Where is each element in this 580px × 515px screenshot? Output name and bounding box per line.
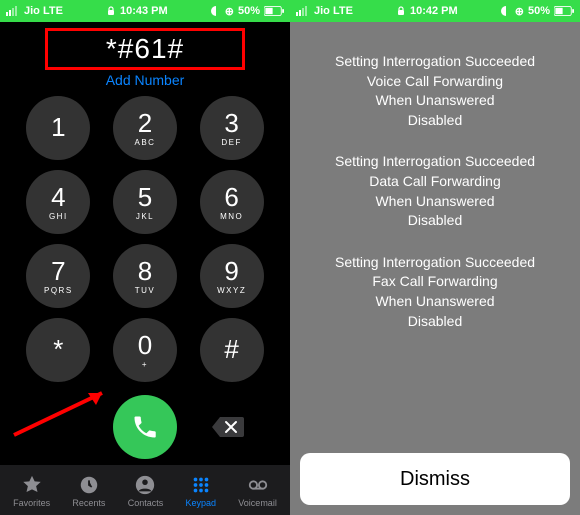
key-hash[interactable]: # — [200, 318, 264, 382]
tab-recents[interactable]: Recents — [72, 474, 105, 508]
tab-favorites[interactable]: Favorites — [13, 474, 50, 508]
carrier-label: Jio LTE — [314, 5, 353, 17]
star-icon — [21, 474, 43, 496]
battery-icon — [554, 6, 574, 16]
battery-pct: 50% — [528, 5, 550, 17]
keypad: 1 2ABC 3DEF 4GHI 5JKL 6MNO 7PQRS 8TUV 9W… — [0, 90, 290, 395]
response-block: Setting Interrogation Succeeded Fax Call… — [304, 253, 566, 331]
alarm-icon: ⊕ — [515, 5, 524, 18]
key-2[interactable]: 2ABC — [113, 96, 177, 160]
response-text: Setting Interrogation Succeeded Voice Ca… — [290, 22, 580, 515]
key-4[interactable]: 4GHI — [26, 170, 90, 234]
key-star[interactable]: * — [26, 318, 90, 382]
battery-icon — [264, 6, 284, 16]
response-block: Setting Interrogation Succeeded Voice Ca… — [304, 52, 566, 130]
tab-contacts[interactable]: Contacts — [128, 474, 164, 508]
signal-icon — [296, 6, 310, 16]
key-5[interactable]: 5JKL — [113, 170, 177, 234]
battery-pct: 50% — [238, 5, 260, 17]
dnd-icon — [211, 6, 221, 16]
backspace-icon — [210, 415, 244, 439]
tab-voicemail[interactable]: Voicemail — [238, 474, 277, 508]
tab-keypad[interactable]: Keypad — [186, 474, 217, 508]
dialer-screen: Jio LTE 10:43 PM ⊕ 50% *#61# Add Number … — [0, 0, 290, 515]
delete-button[interactable] — [207, 413, 247, 441]
clock-label: 10:42 PM — [410, 5, 458, 17]
response-block: Setting Interrogation Succeeded Data Cal… — [304, 152, 566, 230]
status-bar-left: Jio LTE 10:43 PM ⊕ 50% — [0, 0, 290, 22]
key-8[interactable]: 8TUV — [113, 244, 177, 308]
response-screen: Jio LTE 10:42 PM ⊕ 50% Setting Interroga… — [290, 0, 580, 515]
phone-icon — [131, 413, 159, 441]
clock-icon — [78, 474, 100, 496]
call-button[interactable] — [113, 395, 177, 459]
lock-icon — [106, 6, 116, 16]
key-9[interactable]: 9WXYZ — [200, 244, 264, 308]
add-number-link[interactable]: Add Number — [10, 72, 280, 88]
key-1[interactable]: 1 — [26, 96, 90, 160]
voicemail-icon — [247, 474, 269, 496]
person-icon — [134, 474, 156, 496]
lock-icon — [396, 6, 406, 16]
dialed-number-highlight: *#61# — [45, 28, 245, 70]
signal-icon — [6, 6, 20, 16]
dnd-icon — [501, 6, 511, 16]
status-bar-right: Jio LTE 10:42 PM ⊕ 50% — [290, 0, 580, 22]
dismiss-button[interactable]: Dismiss — [300, 453, 570, 505]
keypad-icon — [190, 474, 212, 496]
key-3[interactable]: 3DEF — [200, 96, 264, 160]
dialed-number: *#61# — [60, 33, 230, 65]
key-6[interactable]: 6MNO — [200, 170, 264, 234]
key-0[interactable]: 0+ — [113, 318, 177, 382]
carrier-label: Jio LTE — [24, 5, 63, 17]
alarm-icon: ⊕ — [225, 5, 234, 18]
clock-label: 10:43 PM — [120, 5, 168, 17]
tab-bar: Favorites Recents Contacts Keypad Voicem… — [0, 465, 290, 515]
key-7[interactable]: 7PQRS — [26, 244, 90, 308]
